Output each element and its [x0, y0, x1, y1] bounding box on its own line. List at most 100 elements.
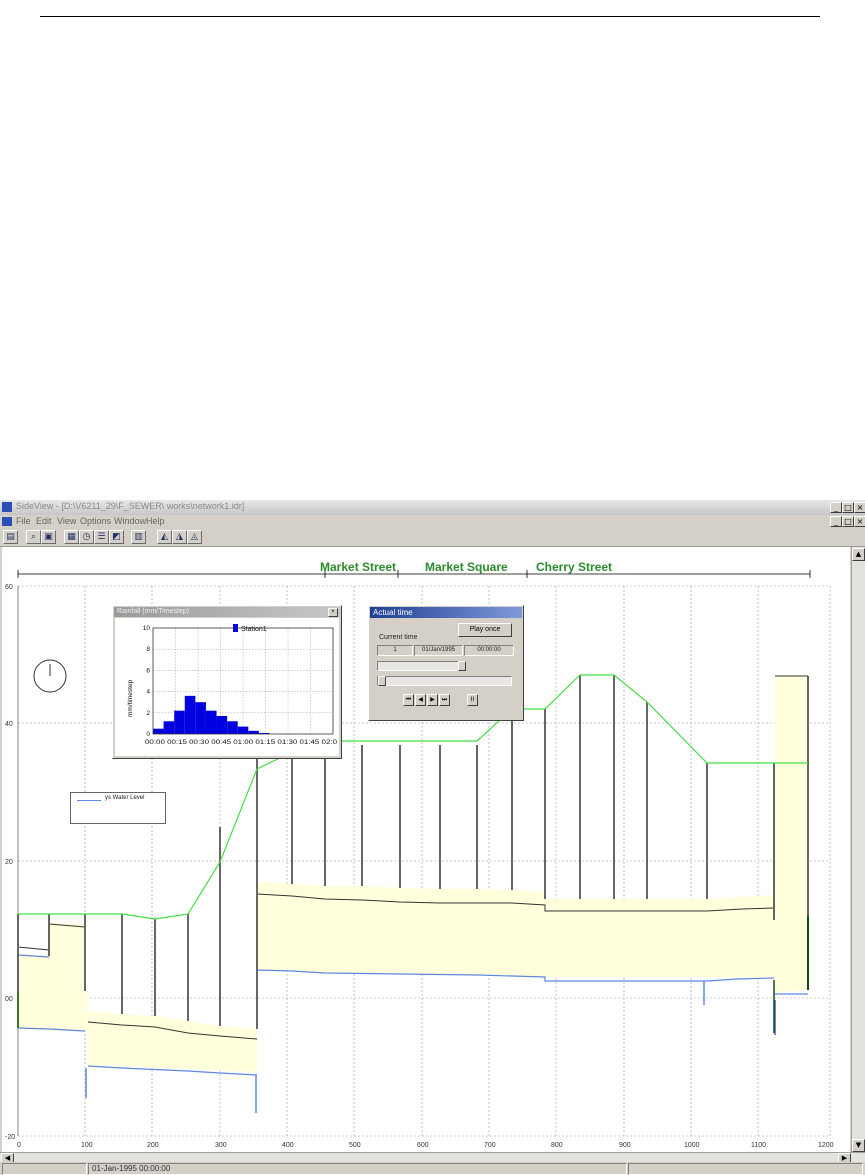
current-time-label: Current time	[379, 634, 418, 641]
rainfall-window[interactable]: Rainfall (mm/Timestep) × Station1 mm/tim…	[112, 605, 342, 759]
last-frame-button[interactable]: ⏭	[439, 694, 450, 706]
rainfall-close-icon[interactable]: ×	[328, 608, 338, 617]
y-tick-neg20: -20	[5, 1134, 15, 1141]
print-icon[interactable]: ▤	[3, 530, 18, 544]
rainfall-ytick-label: 2	[146, 710, 150, 717]
y-tick-60: 60	[5, 584, 13, 591]
rainfall-ytick-label: 8	[146, 646, 150, 653]
pipe-2-icon[interactable]: ◮	[172, 530, 187, 544]
menu-help[interactable]: Help	[146, 516, 165, 526]
rainfall-bar	[216, 715, 228, 734]
x-tick-1100: 1100	[751, 1142, 766, 1149]
legend-line-swatch	[77, 800, 101, 801]
time-step-field: 1	[377, 645, 413, 656]
rainfall-ytick-label: 6	[146, 667, 150, 674]
rainfall-bar	[174, 710, 185, 734]
play-once-button[interactable]: Play once	[458, 623, 512, 637]
grid-icon[interactable]: ▦	[64, 530, 79, 544]
title-bar: SideView - [D:\V6211_29\F_SEWER\ works\n…	[0, 500, 865, 515]
toolbar: ▤ ⌕ ▣ ▦ ◷ ☰ ◩ ▥ ◭ ◮ ◬	[0, 528, 865, 547]
rainfall-ytick-label: 0	[146, 731, 150, 738]
minimize-button[interactable]: _	[830, 502, 842, 513]
app-icon	[2, 502, 12, 512]
speed-slider-thumb[interactable]	[378, 676, 386, 686]
rainfall-ytick-label: 10	[143, 625, 151, 632]
export-icon[interactable]: ◩	[109, 530, 124, 544]
maximize-button[interactable]: □	[842, 502, 854, 513]
rainfall-bar	[237, 726, 249, 734]
menu-view[interactable]: View	[57, 516, 76, 526]
status-bar: 01-Jan-1995 00:00:00	[0, 1162, 865, 1175]
x-tick-0: 0	[17, 1142, 21, 1149]
page-header-rule	[40, 16, 820, 17]
status-panel-left	[2, 1163, 87, 1175]
x-tick-100: 100	[81, 1142, 93, 1149]
x-tick-900: 900	[619, 1142, 631, 1149]
scroll-up-button[interactable]: ▲	[852, 548, 865, 561]
rainfall-bar	[163, 721, 175, 734]
rainfall-bar	[195, 702, 206, 734]
x-tick-400: 400	[282, 1142, 294, 1149]
time-slider[interactable]	[377, 661, 466, 671]
x-tick-700: 700	[484, 1142, 496, 1149]
speed-slider[interactable]	[377, 676, 512, 686]
rainfall-bar	[227, 721, 238, 734]
chart-icon[interactable]: ▥	[131, 530, 146, 544]
rainfall-x-labels: 00:00 00:15 00:30 00:45 01:00 01:15 01:3…	[145, 739, 337, 746]
x-tick-800: 800	[551, 1142, 563, 1149]
y-tick-0: 00	[5, 996, 13, 1003]
legend-label-station1: Station1	[241, 626, 267, 633]
rainfall-bar	[184, 695, 196, 734]
list-icon[interactable]: ☰	[94, 530, 109, 544]
rainfall-bar	[153, 728, 164, 734]
pause-button[interactable]: II	[467, 694, 478, 706]
actual-time-title: Actual time	[373, 608, 413, 617]
vertical-scrollbar[interactable]: ▲ ▼	[851, 547, 865, 1152]
x-tick-600: 600	[417, 1142, 429, 1149]
doc-close-button[interactable]: ×	[854, 516, 865, 527]
street-label-market-square: Market Square	[425, 560, 508, 574]
pipe-3-icon[interactable]: ◬	[187, 530, 202, 544]
menu-window[interactable]: Window	[114, 516, 146, 526]
window-title: SideView - [D:\V6211_29\F_SEWER\ works\n…	[16, 501, 245, 511]
sideview-window: SideView - [D:\V6211_29\F_SEWER\ works\n…	[0, 500, 865, 1175]
clock-icon[interactable]: ◷	[79, 530, 94, 544]
time-slider-thumb[interactable]	[458, 661, 466, 671]
x-tick-1200: 1200	[818, 1142, 834, 1149]
actual-time-titlebar[interactable]: Actual time	[370, 607, 522, 618]
menu-file[interactable]: File	[16, 516, 31, 526]
first-frame-button[interactable]: ⏮	[403, 694, 414, 706]
x-tick-300: 300	[215, 1142, 227, 1149]
menu-edit[interactable]: Edit	[36, 516, 52, 526]
zoom-icon[interactable]: ⌕	[26, 530, 41, 544]
menu-bar: File Edit View Options Window Help _ □ ×	[0, 515, 865, 528]
rainfall-window-title: Rainfall (mm/Timestep)	[117, 608, 190, 615]
legend-label: ys Water Level	[105, 795, 145, 801]
status-time: 01-Jan-1995 00:00:00	[88, 1163, 627, 1175]
x-tick-1000: 1000	[684, 1142, 700, 1149]
scroll-down-button[interactable]: ▼	[852, 1139, 865, 1152]
doc-restore-button[interactable]: □	[842, 516, 854, 527]
close-button[interactable]: ×	[854, 502, 865, 513]
fit-icon[interactable]: ▣	[41, 530, 56, 544]
pipe-1-icon[interactable]: ◭	[157, 530, 172, 544]
legend-box: ys Water Level	[70, 792, 166, 824]
rainfall-bar	[205, 710, 217, 734]
document-icon	[2, 517, 12, 526]
menu-options[interactable]: Options	[80, 516, 111, 526]
play-button[interactable]: ▶	[427, 694, 438, 706]
time-field: 00:00:00	[464, 645, 514, 656]
x-tick-500: 500	[349, 1142, 361, 1149]
rainfall-bar	[248, 730, 259, 734]
y-tick-40: 40	[5, 721, 13, 728]
step-back-button[interactable]: ◀	[415, 694, 426, 706]
actual-time-window[interactable]: Actual time Current time Play once 1 01/…	[368, 605, 524, 721]
y-tick-20: 20	[5, 859, 13, 866]
street-label-cherry-street: Cherry Street	[536, 560, 612, 574]
rainfall-ylabel: mm/timestep	[127, 679, 134, 717]
rainfall-ytick-label: 4	[146, 689, 150, 696]
doc-minimize-button[interactable]: _	[830, 516, 842, 527]
rainfall-chart: Station1 mm/timestep 10 8 6 4 2 0 00:00 00:15…	[115, 618, 339, 756]
status-panel-right	[628, 1163, 863, 1175]
rainfall-window-titlebar[interactable]: Rainfall (mm/Timestep) ×	[114, 607, 340, 617]
